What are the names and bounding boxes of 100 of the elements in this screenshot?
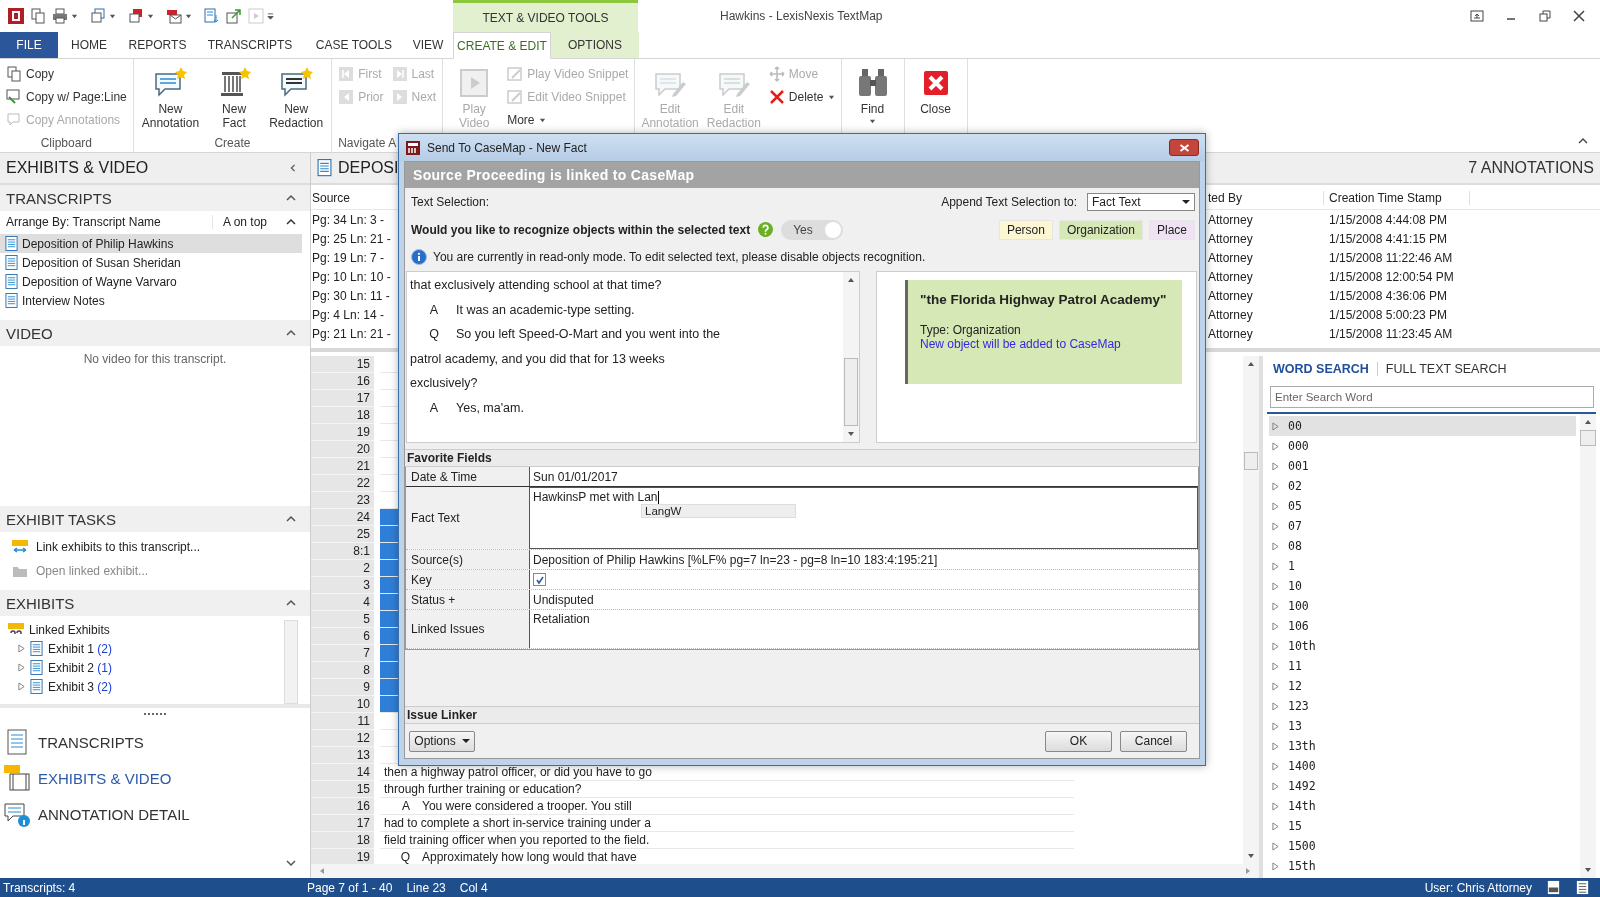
documents-icon[interactable] [30,8,46,24]
word-item[interactable]: 1492 [1288,779,1316,793]
word-item[interactable]: 123 [1288,699,1309,713]
word-item[interactable]: 00 [1288,419,1302,433]
task-link[interactable]: Link exhibits to this transcript... [36,540,201,554]
ribbon-tab[interactable]: FILE [0,32,58,58]
tree-item[interactable]: Linked Exhibits [29,622,110,637]
caret-icon[interactable] [71,12,78,20]
ribbon-button[interactable]: New Fact [209,62,260,130]
stacked-pages-icon[interactable] [90,8,106,24]
scroll-down-icon[interactable] [1584,867,1592,873]
word-item[interactable]: 15 [1288,819,1302,833]
object-note-link[interactable]: New object will be added to CaseMap [920,337,1170,351]
field-value[interactable]: Retaliation [533,612,590,626]
ribbon-tab[interactable]: HOME [58,32,120,58]
column-header[interactable]: Creation Time Stamp [1323,191,1470,205]
customize-caret-icon[interactable] [267,12,274,20]
close-button[interactable] [1169,139,1199,156]
expander-icon[interactable] [18,663,25,672]
word-item[interactable]: 100 [1288,599,1309,613]
toggle-switch[interactable]: Yes [781,219,844,240]
word-item[interactable]: 02 [1288,479,1302,493]
help-icon[interactable] [758,222,774,237]
ribbon-button[interactable]: New Annotation [141,62,200,130]
scroll-down-icon[interactable] [847,431,855,437]
arrange-by-label[interactable]: Arrange By: Transcript Name [0,214,213,229]
word-item[interactable]: 10 [1288,579,1302,593]
caret-icon[interactable] [109,12,116,20]
options-button[interactable]: Options [409,730,475,752]
word-item[interactable]: 13 [1288,719,1302,733]
envelope-icon[interactable] [166,8,182,24]
expand-icon[interactable] [286,860,296,866]
navigation-item[interactable]: EXHIBITS & VIDEO [0,760,310,796]
word-item[interactable]: 11 [1288,659,1302,673]
scrollbar-thumb[interactable] [1244,452,1258,470]
app-logo-icon[interactable] [8,8,24,24]
transcript-item[interactable]: Deposition of Philip Hawkins [0,234,302,253]
caret-icon[interactable] [147,12,154,20]
scroll-right-icon[interactable] [1245,867,1251,875]
sort-icon[interactable] [286,217,296,226]
word-item[interactable]: 001 [1288,459,1309,473]
scrollbar-thumb[interactable] [844,358,858,426]
search-field[interactable]: Enter Search Word [1270,386,1594,408]
word-item[interactable]: 13th [1288,739,1316,753]
expander-icon[interactable] [18,644,25,653]
ok-button[interactable]: OK [1045,730,1112,752]
ribbon-button[interactable]: Find [847,62,898,125]
ribbon-button[interactable]: Close [910,62,961,116]
expander-icon[interactable] [18,682,25,691]
tree-item[interactable]: Exhibit 2 (1) [48,660,113,675]
maximize-icon[interactable] [1538,10,1552,22]
transcript-item[interactable]: Interview Notes [0,291,302,310]
caret-icon[interactable] [185,12,192,20]
tree-item[interactable]: Exhibit 1 (2) [48,641,113,656]
ribbon-tab[interactable]: CASE TOOLS [305,32,403,58]
ribbon-tab[interactable]: CREATE & EDIT [453,32,551,59]
pages-icon[interactable] [128,8,144,24]
word-item[interactable]: 08 [1288,539,1302,553]
ribbon-tab[interactable]: TRANSCRIPTS [195,32,305,58]
navigation-item[interactable]: TRANSCRIPTS [0,724,310,760]
collapse-panel-icon[interactable] [288,164,298,172]
ribbon-button[interactable]: New Redaction [269,62,324,130]
scroll-up-icon[interactable] [1584,419,1592,425]
ribbon-tab[interactable]: REPORTS [120,32,195,58]
collapse-section-icon[interactable] [286,599,296,607]
cancel-button[interactable]: Cancel [1120,730,1187,752]
collapse-ribbon-icon[interactable] [1578,138,1588,144]
column-header[interactable]: Source [311,191,396,205]
scroll-up-icon[interactable] [847,277,855,283]
scroll-left-icon[interactable] [319,867,325,875]
export-icon[interactable] [226,8,242,24]
word-item[interactable]: 05 [1288,499,1302,513]
ribbon-tab[interactable]: OPTIONS [551,32,639,58]
search-tab[interactable]: WORD SEARCH [1273,362,1377,376]
ribbon-tab[interactable]: VIEW [403,32,453,58]
ribbon-button[interactable]: Copy w/ Page:Line [6,87,127,107]
page-icon[interactable] [1546,880,1561,895]
fact-text-editor[interactable]: HawkinsP met with Lan [533,490,659,505]
word-item[interactable]: 1400 [1288,759,1316,773]
search-tab[interactable]: FULL TEXT SEARCH [1376,362,1515,376]
tree-item[interactable]: Exhibit 3 (2) [48,679,113,694]
scroll-up-icon[interactable] [1247,361,1255,367]
ribbon-button[interactable]: Copy [6,64,127,84]
document-download-icon[interactable] [204,8,220,24]
scrollbar[interactable] [284,620,298,704]
printer-icon[interactable] [52,8,68,24]
navigation-item[interactable]: ANNOTATION DETAIL [0,796,310,832]
column-header[interactable]: ted By [1208,191,1323,205]
field-value[interactable]: Sun 01/01/2017 [533,469,618,484]
field-value[interactable]: Undisputed [533,592,594,607]
transcript-item[interactable]: Deposition of Wayne Varvaro [0,272,302,291]
list-icon[interactable] [1575,880,1590,895]
word-item[interactable]: 000 [1288,439,1309,453]
collapse-section-icon[interactable] [286,329,296,337]
collapse-section-icon[interactable] [286,194,296,202]
word-item[interactable]: 14th [1288,799,1316,813]
append-dropdown[interactable]: Fact Text [1087,193,1195,211]
transcript-item[interactable]: Deposition of Susan Sheridan [0,253,302,272]
collapse-section-icon[interactable] [286,515,296,523]
word-item[interactable]: 07 [1288,519,1302,533]
